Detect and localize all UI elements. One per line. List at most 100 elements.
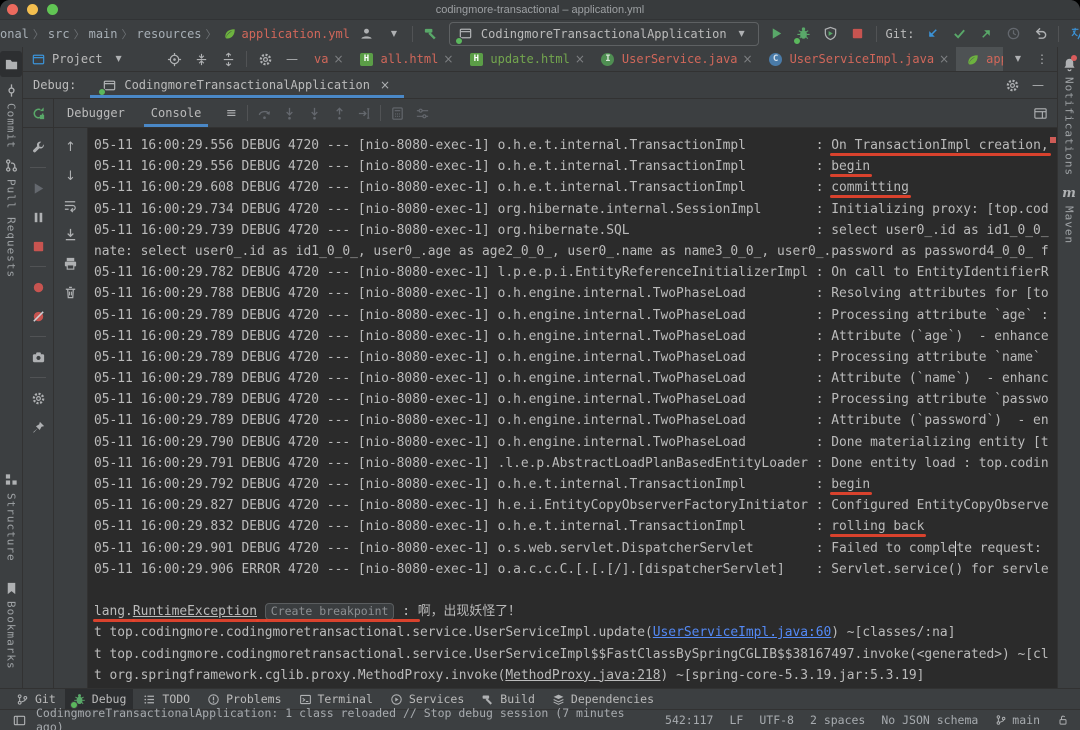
local-history-button[interactable] bbox=[1004, 25, 1022, 43]
tool-stripe-notifications[interactable]: Notifications bbox=[1058, 51, 1080, 180]
tool-window-button-label: Build bbox=[500, 692, 535, 706]
debug-panel-settings-button[interactable] bbox=[1003, 76, 1021, 94]
debug-button[interactable] bbox=[792, 25, 813, 45]
clear-console-button[interactable] bbox=[62, 283, 80, 301]
tool-stripe-commit[interactable]: Commit bbox=[0, 77, 22, 153]
print-button[interactable] bbox=[62, 254, 80, 272]
debug-console-output[interactable]: 05-11 16:00:29.556 DEBUG 4720 --- [nio-8… bbox=[88, 128, 1057, 688]
layout-icon[interactable] bbox=[1031, 104, 1049, 122]
rerun-button[interactable] bbox=[29, 104, 47, 122]
close-icon[interactable]: × bbox=[939, 52, 949, 66]
pause-button[interactable] bbox=[29, 208, 47, 226]
prev-occurrence-button[interactable]: ↑ bbox=[62, 138, 80, 156]
breadcrumb-item[interactable]: main bbox=[89, 27, 118, 41]
update-project-button[interactable] bbox=[923, 25, 941, 43]
translate-icon[interactable] bbox=[1068, 25, 1080, 43]
line-ending-indicator[interactable]: LF bbox=[729, 713, 743, 727]
breadcrumb-item[interactable]: resources bbox=[137, 27, 202, 41]
log-text: 05-11 16:00:29.789 DEBUG 4720 --- [nio-8… bbox=[94, 392, 1049, 408]
debug-settings-button[interactable] bbox=[29, 138, 47, 156]
stacktrace-link[interactable]: UserServiceImpl.java:60 bbox=[653, 625, 832, 640]
expand-all-button[interactable] bbox=[192, 50, 210, 68]
close-icon[interactable]: × bbox=[333, 52, 343, 66]
evaluate-expression-button[interactable] bbox=[388, 104, 406, 122]
breadcrumb: onal 〉 src 〉 main 〉 resources 〉 application.yml bbox=[0, 25, 350, 43]
breadcrumb-item[interactable]: onal bbox=[0, 27, 29, 41]
run-to-cursor-button[interactable] bbox=[355, 104, 373, 122]
git-branch-indicator[interactable]: main bbox=[994, 713, 1040, 727]
view-breakpoints-button[interactable] bbox=[29, 278, 47, 296]
left-tool-stripe: Commit Pull Requests Structure Bookmarks bbox=[0, 47, 23, 688]
run-config-selector[interactable]: CodingmoreTransactionalApplication ▼ bbox=[448, 21, 759, 46]
scroll-to-end-button[interactable] bbox=[62, 225, 80, 243]
debug-session-tab[interactable]: CodingmoreTransactionalApplication × bbox=[90, 72, 404, 98]
collapse-all-button[interactable] bbox=[219, 50, 237, 68]
close-window-button[interactable] bbox=[7, 4, 18, 15]
tool-stripe-bookmarks[interactable]: Bookmarks bbox=[0, 575, 22, 674]
breadcrumb-item[interactable]: src bbox=[48, 27, 70, 41]
stacktrace-link[interactable]: RuntimeException bbox=[133, 604, 257, 619]
chevron-down-icon[interactable]: ▼ bbox=[385, 25, 403, 43]
tab-console[interactable]: Console bbox=[138, 99, 215, 127]
tool-stripe-maven[interactable]: m Maven bbox=[1058, 180, 1080, 248]
step-out-button[interactable] bbox=[330, 104, 348, 122]
editor-tab-userservice-java[interactable]: I UserService.java × bbox=[592, 47, 760, 71]
minimize-window-button[interactable] bbox=[27, 4, 38, 15]
stop-session-button[interactable] bbox=[29, 237, 47, 255]
caret-position[interactable]: 542:117 bbox=[665, 713, 713, 727]
resume-button[interactable] bbox=[29, 179, 47, 197]
hide-debug-panel-button[interactable]: — bbox=[1029, 76, 1047, 94]
stop-button[interactable] bbox=[849, 25, 867, 43]
pin-tab-button[interactable] bbox=[29, 418, 47, 436]
commit-button[interactable] bbox=[950, 25, 968, 43]
schema-indicator[interactable]: No JSON schema bbox=[881, 713, 978, 727]
encoding-indicator[interactable]: UTF-8 bbox=[759, 713, 794, 727]
run-with-coverage-button[interactable] bbox=[822, 25, 840, 43]
console-menu-button[interactable]: ≡ bbox=[222, 104, 240, 122]
tool-stripe-pull-requests[interactable]: Pull Requests bbox=[0, 153, 22, 282]
close-icon[interactable]: × bbox=[443, 52, 453, 66]
rollback-button[interactable] bbox=[1031, 25, 1049, 43]
stacktrace-link[interactable]: MethodProxy.java:218 bbox=[505, 668, 660, 683]
close-icon[interactable]: × bbox=[743, 52, 753, 66]
editor-tab-all-html[interactable]: Hall.html × bbox=[351, 47, 461, 71]
select-opened-file-button[interactable] bbox=[165, 50, 183, 68]
tab-debugger[interactable]: Debugger bbox=[54, 99, 138, 127]
build-project-button[interactable] bbox=[422, 25, 440, 43]
more-options-button[interactable]: ⋮ bbox=[1033, 50, 1051, 68]
force-step-into-button[interactable] bbox=[305, 104, 323, 122]
tool-stripe-structure[interactable]: Structure bbox=[0, 467, 22, 566]
window-controls bbox=[7, 4, 58, 15]
create-breakpoint-chip[interactable]: Create breakpoint bbox=[264, 603, 396, 623]
editor-tab-application-yml[interactable]: application.yml× bbox=[956, 47, 1003, 71]
layout-settings-button[interactable] bbox=[413, 104, 431, 122]
hide-panel-button[interactable]: — bbox=[283, 50, 301, 68]
editor-tab-update-html[interactable]: Hupdate.html × bbox=[460, 47, 592, 71]
close-icon[interactable]: × bbox=[376, 76, 394, 94]
tool-stripe-project[interactable] bbox=[0, 51, 22, 77]
breadcrumb-current-file[interactable]: application.yml bbox=[221, 25, 350, 43]
console-log-line: t org.springframework.aop.framework.Cgli… bbox=[94, 686, 1057, 688]
editor-tab-userserviceimpl-java[interactable]: C UserServiceImpl.java × bbox=[760, 47, 957, 71]
soft-wrap-button[interactable] bbox=[62, 196, 80, 214]
lock-icon[interactable] bbox=[1056, 713, 1070, 727]
maximize-window-button[interactable] bbox=[47, 4, 58, 15]
tab-dropdown-button[interactable]: ▼ bbox=[1009, 50, 1027, 68]
thread-dump-button[interactable] bbox=[29, 348, 47, 366]
run-button[interactable] bbox=[768, 25, 786, 43]
mute-breakpoints-button[interactable] bbox=[29, 307, 47, 325]
chevron-down-icon[interactable]: ▼ bbox=[110, 50, 128, 68]
editor-tab-va[interactable]: va × bbox=[307, 47, 351, 71]
user-account-icon[interactable] bbox=[358, 25, 376, 43]
next-occurrence-button[interactable]: ↓ bbox=[62, 167, 80, 185]
project-options-button[interactable] bbox=[256, 50, 274, 68]
project-panel-title[interactable]: Project bbox=[52, 52, 103, 66]
indent-indicator[interactable]: 2 spaces bbox=[810, 713, 865, 727]
step-over-button[interactable] bbox=[255, 104, 273, 122]
debugger-options-button[interactable] bbox=[29, 389, 47, 407]
push-button[interactable] bbox=[977, 25, 995, 43]
tool-window-toggle-icon[interactable] bbox=[10, 711, 28, 729]
step-into-button[interactable] bbox=[280, 104, 298, 122]
debug-view-tabs: Debugger Console ≡ bbox=[23, 99, 1057, 128]
close-icon[interactable]: × bbox=[575, 52, 585, 66]
